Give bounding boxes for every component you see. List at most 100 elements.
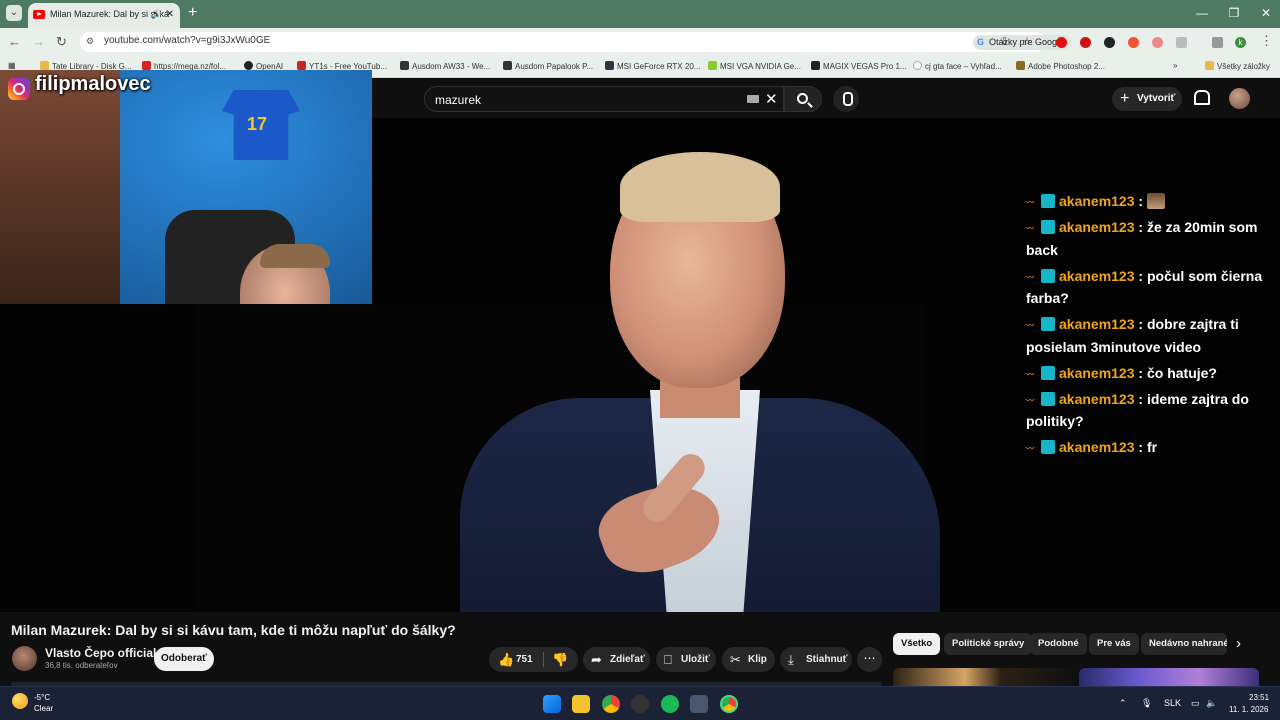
- close-tab-icon[interactable]: ✕: [166, 3, 174, 26]
- bookmarks-overflow-icon[interactable]: »: [1173, 61, 1177, 70]
- ausdom-icon: [400, 61, 409, 70]
- weather-temperature[interactable]: -5°C: [34, 693, 50, 702]
- tray-chevron-up-icon[interactable]: ⌃: [1119, 698, 1127, 709]
- like-thumb-icon[interactable]: 👍: [498, 647, 514, 672]
- channel-avatar[interactable]: [12, 646, 37, 671]
- close-window-button[interactable]: ✕: [1250, 0, 1280, 28]
- search-icon: [797, 93, 808, 104]
- weather-condition[interactable]: Clear: [34, 704, 53, 713]
- bookmark-icon: ⎕: [664, 652, 672, 667]
- chat-badge-icon: 〰: [1026, 369, 1034, 379]
- recommended-thumbnail[interactable]: [893, 668, 1073, 686]
- chip-all[interactable]: Všetko: [893, 633, 941, 655]
- channel-name[interactable]: Vlasto Čepo official: [45, 646, 156, 660]
- back-arrow-icon[interactable]: ←: [8, 34, 21, 49]
- bookmark-star-icon[interactable]: ☆: [1022, 35, 1032, 48]
- address-bar[interactable]: ⚙ youtube.com/watch?v=g9i3JxWu0GE Otázky…: [80, 32, 1071, 52]
- bookmark-item[interactable]: cj gta face – Vyhľad...: [913, 61, 1002, 71]
- reading-list-icon[interactable]: [1212, 37, 1223, 48]
- like-count[interactable]: 751: [516, 647, 533, 672]
- video-speaker: [460, 152, 940, 612]
- search-button[interactable]: [784, 86, 822, 112]
- save-button[interactable]: ⎕ Uložiť: [656, 647, 716, 672]
- chrome-icon[interactable]: [602, 695, 620, 713]
- reload-icon[interactable]: ↻: [56, 34, 67, 50]
- app-icon[interactable]: [690, 695, 708, 713]
- search-query: mazurek: [435, 93, 482, 107]
- bookmark-item[interactable]: MSI GeForce RTX 20...: [605, 61, 700, 71]
- bookmark-item[interactable]: MSI VGA NVIDIA Ge...: [708, 61, 801, 71]
- clear-search-icon[interactable]: ✕: [765, 90, 778, 108]
- extension-icon[interactable]: [1104, 37, 1115, 48]
- clock-time[interactable]: 23:51: [1249, 693, 1269, 702]
- chip-similar[interactable]: Podobné: [1030, 633, 1087, 655]
- download-icon: ⤓: [788, 652, 794, 667]
- recommended-thumbnail[interactable]: [1079, 668, 1259, 686]
- spotify-icon[interactable]: [661, 695, 679, 713]
- emote-icon: [1146, 193, 1165, 209]
- apps-grid-icon[interactable]: ▦: [8, 61, 16, 70]
- subscriber-badge-icon: [1041, 391, 1055, 406]
- file-explorer-icon[interactable]: [572, 695, 590, 713]
- search-input[interactable]: mazurek ✕: [424, 86, 784, 112]
- chat-message: 〰 akanem123 :: [1026, 190, 1270, 213]
- clip-button[interactable]: ✂ Klip: [722, 647, 775, 672]
- language-indicator[interactable]: SLK: [1164, 698, 1181, 708]
- active-tab[interactable]: Milan Mazurek: Dal by si si ká 🔊 ✕: [28, 3, 180, 28]
- chip-political-news[interactable]: Politické správy: [944, 633, 1033, 655]
- chat-message: 〰 akanem123 : počul som čierna farba?: [1026, 267, 1263, 307]
- browser-tab-bar: ⌄ Milan Mazurek: Dal by si si ká 🔊 ✕ + —…: [0, 0, 1280, 28]
- all-bookmarks[interactable]: Všetky záložky: [1205, 61, 1270, 71]
- bookmark-item[interactable]: Ausdom AW33 - We...: [400, 61, 490, 71]
- new-tab-button[interactable]: +: [188, 5, 197, 21]
- share-button[interactable]: ➦ Zdieľať: [583, 647, 650, 672]
- account-avatar[interactable]: [1229, 88, 1250, 109]
- start-windows-icon[interactable]: [543, 695, 561, 713]
- pdf-extension-icon[interactable]: [1080, 37, 1091, 48]
- chip-for-you[interactable]: Pre vás: [1089, 633, 1139, 655]
- install-app-icon[interactable]: ⇩: [1000, 35, 1009, 48]
- t-icon: [708, 61, 717, 70]
- subscribe-button[interactable]: Odoberať: [154, 647, 214, 671]
- menu-kebab-icon[interactable]: ⋮: [1260, 33, 1273, 49]
- chevron-right-icon[interactable]: ›: [1236, 635, 1241, 652]
- clock-date[interactable]: 11. 1. 2026: [1229, 705, 1268, 714]
- microphone-icon[interactable]: 🎙: [1141, 698, 1152, 709]
- like-dislike-group: 👍 751 👎: [489, 647, 578, 672]
- ausdom-icon: [503, 61, 512, 70]
- chat-badge-icon: 〰: [1026, 444, 1034, 453]
- puzzle-extensions-icon[interactable]: [1176, 37, 1187, 48]
- speaker-icon[interactable]: 🔊: [151, 3, 162, 26]
- voice-search-mic-icon[interactable]: [833, 86, 859, 112]
- bookmark-item[interactable]: MAGIX VEGAS Pro 1...: [811, 61, 907, 71]
- site-info-icon[interactable]: ⚙: [86, 36, 98, 48]
- restore-button[interactable]: ❐: [1218, 0, 1250, 28]
- more-actions-icon[interactable]: ⋯: [857, 647, 882, 672]
- github-icon[interactable]: [631, 695, 649, 713]
- keyboard-icon[interactable]: [747, 95, 759, 103]
- volume-icon[interactable]: 🔈: [1206, 698, 1217, 709]
- opera-extension-icon[interactable]: [1056, 37, 1067, 48]
- create-button[interactable]: + Vytvoriť: [1112, 87, 1182, 111]
- chip-recently-uploaded[interactable]: Nedávno nahrané: [1141, 633, 1227, 655]
- chat-badge-icon: 〰: [1026, 321, 1034, 330]
- profile-avatar[interactable]: k: [1235, 37, 1246, 48]
- forward-arrow-icon[interactable]: →: [32, 34, 45, 49]
- url-text: youtube.com/watch?v=g9i3JxWu0GE: [104, 35, 271, 46]
- dislike-thumb-icon[interactable]: 👎: [552, 647, 568, 672]
- screen: ⌄ Milan Mazurek: Dal by si si ká 🔊 ✕ + —…: [0, 0, 1280, 720]
- minimize-button[interactable]: —: [1186, 0, 1218, 28]
- tab-search-button[interactable]: ⌄: [6, 5, 22, 21]
- notifications-bell-icon[interactable]: [1193, 90, 1210, 105]
- subscriber-badge-icon: [1041, 365, 1055, 380]
- weather-moon-icon[interactable]: [12, 693, 28, 709]
- download-button[interactable]: ⤓ Stiahnuť: [780, 647, 852, 672]
- extension-icon-2[interactable]: [1128, 37, 1139, 48]
- bookmark-item[interactable]: Adobe Photoshop 2...: [1016, 61, 1105, 71]
- network-icon[interactable]: ▭: [1191, 698, 1200, 709]
- extension-icon-3[interactable]: [1152, 37, 1163, 48]
- openai-icon: [244, 61, 253, 70]
- bookmark-item[interactable]: Ausdom Papalook P...: [503, 61, 593, 71]
- chat-message: 〰 akanem123 : fr: [1026, 439, 1158, 455]
- chrome-profile-icon[interactable]: [720, 695, 738, 713]
